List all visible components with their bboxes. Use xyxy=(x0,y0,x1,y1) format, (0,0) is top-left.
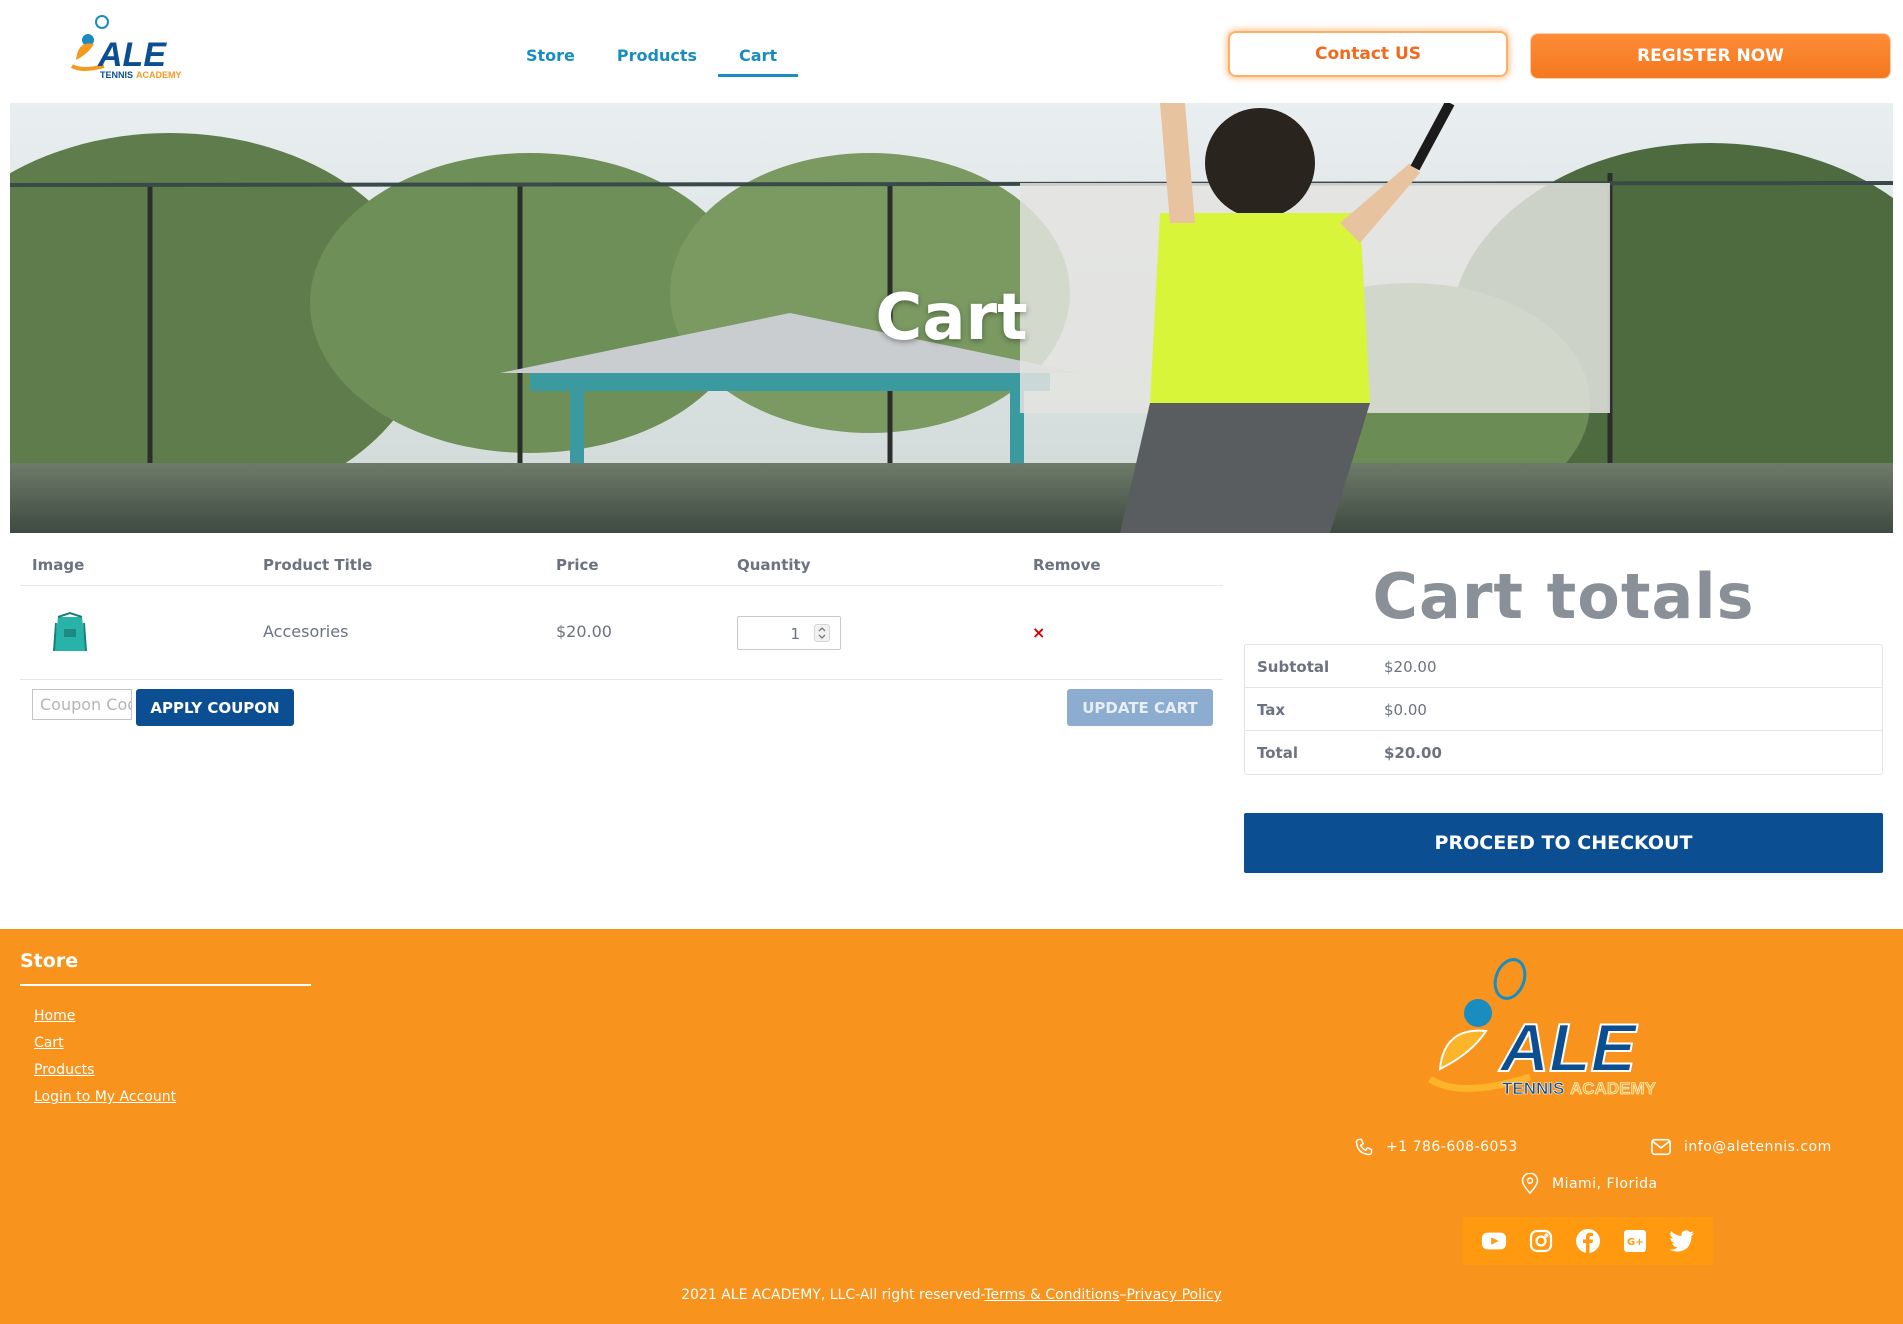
location-text: Miami, Florida xyxy=(1552,1176,1658,1192)
update-cart-button[interactable]: UPDATE CART xyxy=(1067,689,1213,726)
nav-products[interactable]: Products xyxy=(596,42,718,77)
cart-totals-heading: Cart totals xyxy=(1372,560,1755,633)
facebook-icon[interactable] xyxy=(1575,1228,1601,1254)
product-title[interactable]: Accesories xyxy=(263,622,348,641)
ale-tennis-academy-footer-logo: ALE TENNIS ACADEMY xyxy=(1428,958,1657,1098)
footer-link-products[interactable]: Products xyxy=(34,1062,176,1078)
backpack-icon[interactable] xyxy=(50,611,90,653)
svg-text:ALE: ALE xyxy=(1498,1010,1639,1086)
apply-coupon-button[interactable]: APPLY COUPON xyxy=(136,689,294,726)
total-label: Total xyxy=(1257,744,1298,762)
quantity-value[interactable]: 1 xyxy=(738,625,810,643)
subtotal-label: Subtotal xyxy=(1257,658,1330,676)
main-nav: Store Products Cart xyxy=(505,42,799,77)
location-contact: Miami, Florida xyxy=(1520,1173,1658,1195)
subtotal-row: Subtotal $20.00 xyxy=(1245,645,1882,688)
svg-text:TENNIS: TENNIS xyxy=(1502,1079,1564,1098)
svg-text:TENNIS: TENNIS xyxy=(100,70,133,80)
email-address[interactable]: info@aletennis.com xyxy=(1684,1139,1832,1155)
subtotal-value: $20.00 xyxy=(1384,658,1437,676)
col-image: Image xyxy=(32,556,85,574)
footer-link-home[interactable]: Home xyxy=(34,1008,176,1024)
svg-text:ACADEMY: ACADEMY xyxy=(1570,1079,1657,1098)
svg-text:G+: G+ xyxy=(1627,1237,1644,1248)
page-title: Cart xyxy=(875,281,1028,355)
site-header: ALE TENNIS ACADEMY Store Products Cart C… xyxy=(0,0,1903,103)
footer-link-cart[interactable]: Cart xyxy=(34,1035,176,1051)
remove-item-icon[interactable]: × xyxy=(1032,623,1045,642)
contact-us-button[interactable]: Contact US xyxy=(1228,31,1508,77)
tax-value: $0.00 xyxy=(1384,701,1427,719)
cart-table: Image Product Title Price Quantity Remov… xyxy=(20,543,1223,726)
svg-text:ALE: ALE xyxy=(97,36,167,74)
footer-divider xyxy=(20,984,311,986)
quantity-stepper[interactable]: 1 xyxy=(737,616,841,650)
footer-heading: Store xyxy=(20,950,79,972)
spin-arrows-icon[interactable] xyxy=(814,624,830,642)
social-links: G+ xyxy=(1463,1217,1713,1265)
ale-tennis-academy-logo[interactable]: ALE TENNIS ACADEMY xyxy=(64,10,182,82)
hero-banner: Cart xyxy=(10,103,1893,533)
total-value: $20.00 xyxy=(1384,744,1442,762)
phone-icon xyxy=(1355,1138,1373,1156)
cart-table-header: Image Product Title Price Quantity Remov… xyxy=(20,543,1223,586)
phone-contact[interactable]: +1 786-608-6053 xyxy=(1354,1137,1518,1157)
product-price: $20.00 xyxy=(556,622,612,641)
total-row: Total $20.00 xyxy=(1245,731,1882,774)
col-remove: Remove xyxy=(1033,556,1101,574)
instagram-icon[interactable] xyxy=(1528,1228,1554,1254)
phone-number[interactable]: +1 786-608-6053 xyxy=(1386,1139,1518,1155)
coupon-code-input[interactable]: Coupon Code xyxy=(32,689,132,720)
footer-links: Home Cart Products Login to My Account xyxy=(34,1008,176,1116)
copyright-bar: 2021 ALE ACADEMY, LLC-All right reserved… xyxy=(0,1287,1903,1303)
google-plus-icon[interactable]: G+ xyxy=(1622,1228,1648,1254)
privacy-link[interactable]: Privacy Policy xyxy=(1126,1287,1221,1303)
mail-icon xyxy=(1651,1138,1671,1156)
terms-link[interactable]: Terms & Conditions xyxy=(984,1287,1119,1303)
location-pin-icon xyxy=(1521,1173,1539,1195)
youtube-icon[interactable] xyxy=(1481,1228,1507,1254)
twitter-icon[interactable] xyxy=(1669,1228,1695,1254)
table-row: Accesories $20.00 1 × xyxy=(20,586,1223,680)
copyright-text: 2021 ALE ACADEMY, LLC-All right reserved… xyxy=(681,1287,985,1303)
cart-totals-table: Subtotal $20.00 Tax $0.00 Total $20.00 xyxy=(1244,644,1883,775)
svg-text:ACADEMY: ACADEMY xyxy=(136,70,182,80)
col-product-title: Product Title xyxy=(263,556,373,574)
nav-store[interactable]: Store xyxy=(505,42,596,77)
footer-link-login[interactable]: Login to My Account xyxy=(34,1089,176,1105)
site-footer: Store Home Cart Products Login to My Acc… xyxy=(0,929,1903,1324)
register-now-button[interactable]: REGISTER NOW xyxy=(1530,33,1891,79)
col-quantity: Quantity xyxy=(737,556,811,574)
nav-cart[interactable]: Cart xyxy=(718,42,799,77)
email-contact[interactable]: info@aletennis.com xyxy=(1650,1137,1832,1157)
col-price: Price xyxy=(556,556,599,574)
tax-row: Tax $0.00 xyxy=(1245,688,1882,731)
proceed-to-checkout-button[interactable]: PROCEED TO CHECKOUT xyxy=(1244,813,1883,873)
tax-label: Tax xyxy=(1257,701,1286,719)
